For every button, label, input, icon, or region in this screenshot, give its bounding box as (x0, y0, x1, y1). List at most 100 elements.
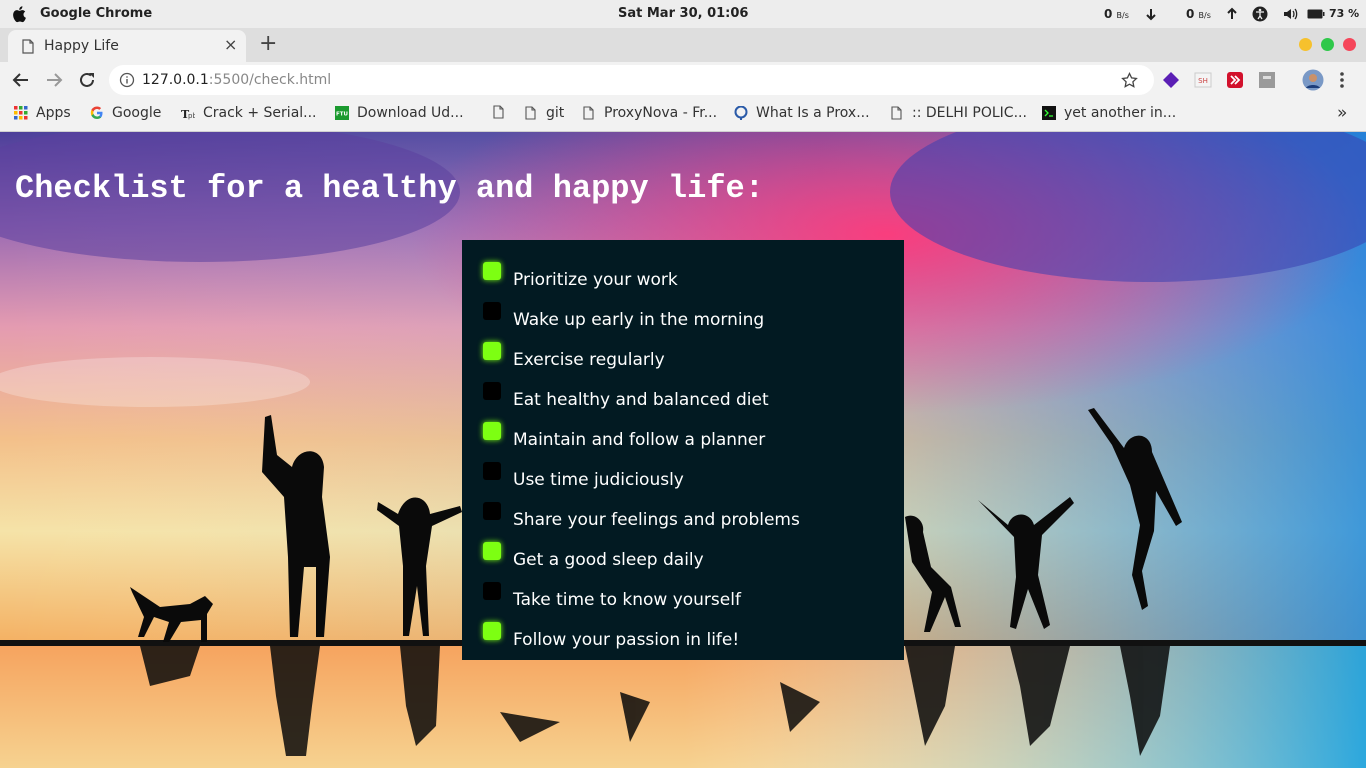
checklist-item[interactable]: Follow your passion in life! (462, 610, 904, 650)
upload-arrow-icon (1227, 7, 1237, 19)
reload-icon[interactable] (78, 71, 96, 89)
back-arrow-icon[interactable] (12, 71, 30, 89)
bookmark-label: Crack + Serial... (203, 105, 317, 121)
page-viewport: Checklist for a healthy and happy life: … (0, 132, 1366, 768)
checkbox-unchecked[interactable] (483, 302, 501, 320)
bookmark-label: yet another in... (1064, 105, 1177, 121)
checklist-panel: Prioritize your work Wake up early in the… (462, 240, 904, 660)
bookmark-label: Apps (36, 105, 71, 121)
checklist-item[interactable]: Take time to know yourself (462, 570, 904, 610)
page-icon (525, 106, 536, 120)
bookmark-git[interactable]: git (524, 105, 564, 121)
battery-percentage: 73 % (1329, 7, 1360, 20)
checkbox-checked[interactable] (483, 622, 501, 640)
profile-avatar[interactable] (1302, 69, 1324, 91)
close-window-button[interactable] (1343, 38, 1356, 51)
url-host: 127.0.0.1 (142, 72, 209, 88)
checklist-item[interactable]: Wake up early in the morning (462, 290, 904, 330)
checkbox-unchecked[interactable] (483, 582, 501, 600)
bookmark-download-ud[interactable]: FTU Download Ud... (335, 105, 464, 121)
page-heading: Checklist for a healthy and happy life: (15, 170, 764, 207)
extension-red-icon[interactable] (1226, 71, 1244, 89)
bookmark-star-icon[interactable] (1121, 72, 1138, 89)
checkbox-checked[interactable] (483, 422, 501, 440)
checklist-item[interactable]: Use time judiciously (462, 450, 904, 490)
checklist-item[interactable]: Get a good sleep daily (462, 530, 904, 570)
bookmarks-overflow-icon[interactable]: » (1337, 103, 1347, 123)
checklist-item[interactable]: Prioritize your work (462, 250, 904, 290)
checklist-item-label: Maintain and follow a planner (513, 430, 766, 450)
bookmark-label: What Is a Prox... (756, 105, 870, 121)
checklist-item-label: Eat healthy and balanced diet (513, 390, 769, 410)
download-arrow-icon (1146, 9, 1156, 21)
active-app-name[interactable]: Google Chrome (40, 6, 152, 21)
site-info-icon[interactable] (119, 72, 135, 88)
tab-close-icon[interactable]: × (224, 35, 237, 54)
apple-icon[interactable] (10, 5, 27, 23)
checklist-item-label: Share your feelings and problems (513, 510, 800, 530)
page-icon (583, 106, 594, 120)
minimize-window-button[interactable] (1299, 38, 1312, 51)
tab-strip: Happy Life × + (0, 28, 1366, 62)
document-icon (22, 39, 34, 54)
os-top-bar: Google Chrome Sat Mar 30, 01:06 0 B/s 0 … (0, 0, 1366, 28)
system-clock[interactable]: Sat Mar 30, 01:06 (618, 6, 748, 21)
checkbox-checked[interactable] (483, 542, 501, 560)
svg-text:pb: pb (188, 112, 195, 120)
net-download-speed: 0 B/s (1104, 7, 1129, 21)
new-tab-button[interactable]: + (259, 31, 277, 56)
extension-gray-icon[interactable] (1258, 71, 1276, 89)
checklist-item-label: Take time to know yourself (513, 590, 741, 610)
net-download-value: 0 (1104, 7, 1113, 21)
browser-toolbar: 127.0.0.1:5500/check.html SH (0, 62, 1366, 98)
accessibility-icon[interactable] (1252, 6, 1268, 22)
extension-purple-icon[interactable] (1162, 71, 1180, 89)
chrome-menu-icon[interactable] (1336, 70, 1348, 90)
forward-arrow-icon[interactable] (45, 71, 63, 89)
checklist-item-label: Wake up early in the morning (513, 310, 765, 330)
extension-sh-icon[interactable]: SH (1194, 71, 1212, 89)
checkbox-checked[interactable] (483, 342, 501, 360)
svg-text:SH: SH (1198, 77, 1208, 85)
checkbox-unchecked[interactable] (483, 462, 501, 480)
checklist-item-label: Follow your passion in life! (513, 630, 740, 650)
checklist-item[interactable]: Eat healthy and balanced diet (462, 370, 904, 410)
net-upload-unit: B/s (1198, 11, 1211, 20)
checklist-item[interactable]: Exercise regularly (462, 330, 904, 370)
volume-icon[interactable] (1282, 6, 1298, 22)
page-icon (493, 105, 504, 119)
url-text[interactable]: 127.0.0.1:5500/check.html (142, 72, 331, 88)
net-upload-speed: 0 B/s (1186, 7, 1211, 21)
battery-icon[interactable] (1307, 8, 1325, 20)
net-upload-value: 0 (1186, 7, 1195, 21)
checkbox-unchecked[interactable] (483, 502, 501, 520)
page-icon (891, 106, 902, 120)
proxy-icon (734, 106, 748, 120)
bookmark-delhi-police[interactable]: :: DELHI POLIC... (890, 105, 1027, 121)
bookmark-crack-serial[interactable]: Tpb Crack + Serial... (181, 105, 317, 121)
bookmark-what-is-proxy[interactable]: What Is a Prox... (734, 105, 870, 121)
checkbox-unchecked[interactable] (483, 382, 501, 400)
google-icon (90, 106, 103, 119)
ftu-icon: FTU (335, 106, 349, 120)
maximize-window-button[interactable] (1321, 38, 1334, 51)
bookmark-apps[interactable]: Apps (14, 105, 71, 121)
checklist-item[interactable]: Maintain and follow a planner (462, 410, 904, 450)
apps-grid-icon (14, 106, 28, 120)
checklist-item-label: Exercise regularly (513, 350, 665, 370)
tpb-icon: Tpb (181, 108, 195, 120)
url-path: :5500/check.html (208, 72, 332, 88)
bookmark-untitled[interactable] (492, 105, 514, 119)
terminal-icon (1042, 106, 1056, 120)
checklist-item[interactable]: Share your feelings and problems (462, 490, 904, 530)
bookmark-yet-another[interactable]: yet another in... (1042, 105, 1176, 121)
tab-happy-life[interactable]: Happy Life × (8, 30, 246, 62)
bookmark-proxynova[interactable]: ProxyNova - Fr... (582, 105, 717, 121)
svg-text:FTU: FTU (336, 112, 348, 118)
address-bar[interactable]: 127.0.0.1:5500/check.html (109, 65, 1154, 95)
checkbox-checked[interactable] (483, 262, 501, 280)
bookmark-google[interactable]: Google (90, 105, 161, 121)
bookmark-label: Google (112, 105, 162, 121)
checklist-item-label: Get a good sleep daily (513, 550, 704, 570)
bookmark-label: ProxyNova - Fr... (604, 105, 718, 121)
